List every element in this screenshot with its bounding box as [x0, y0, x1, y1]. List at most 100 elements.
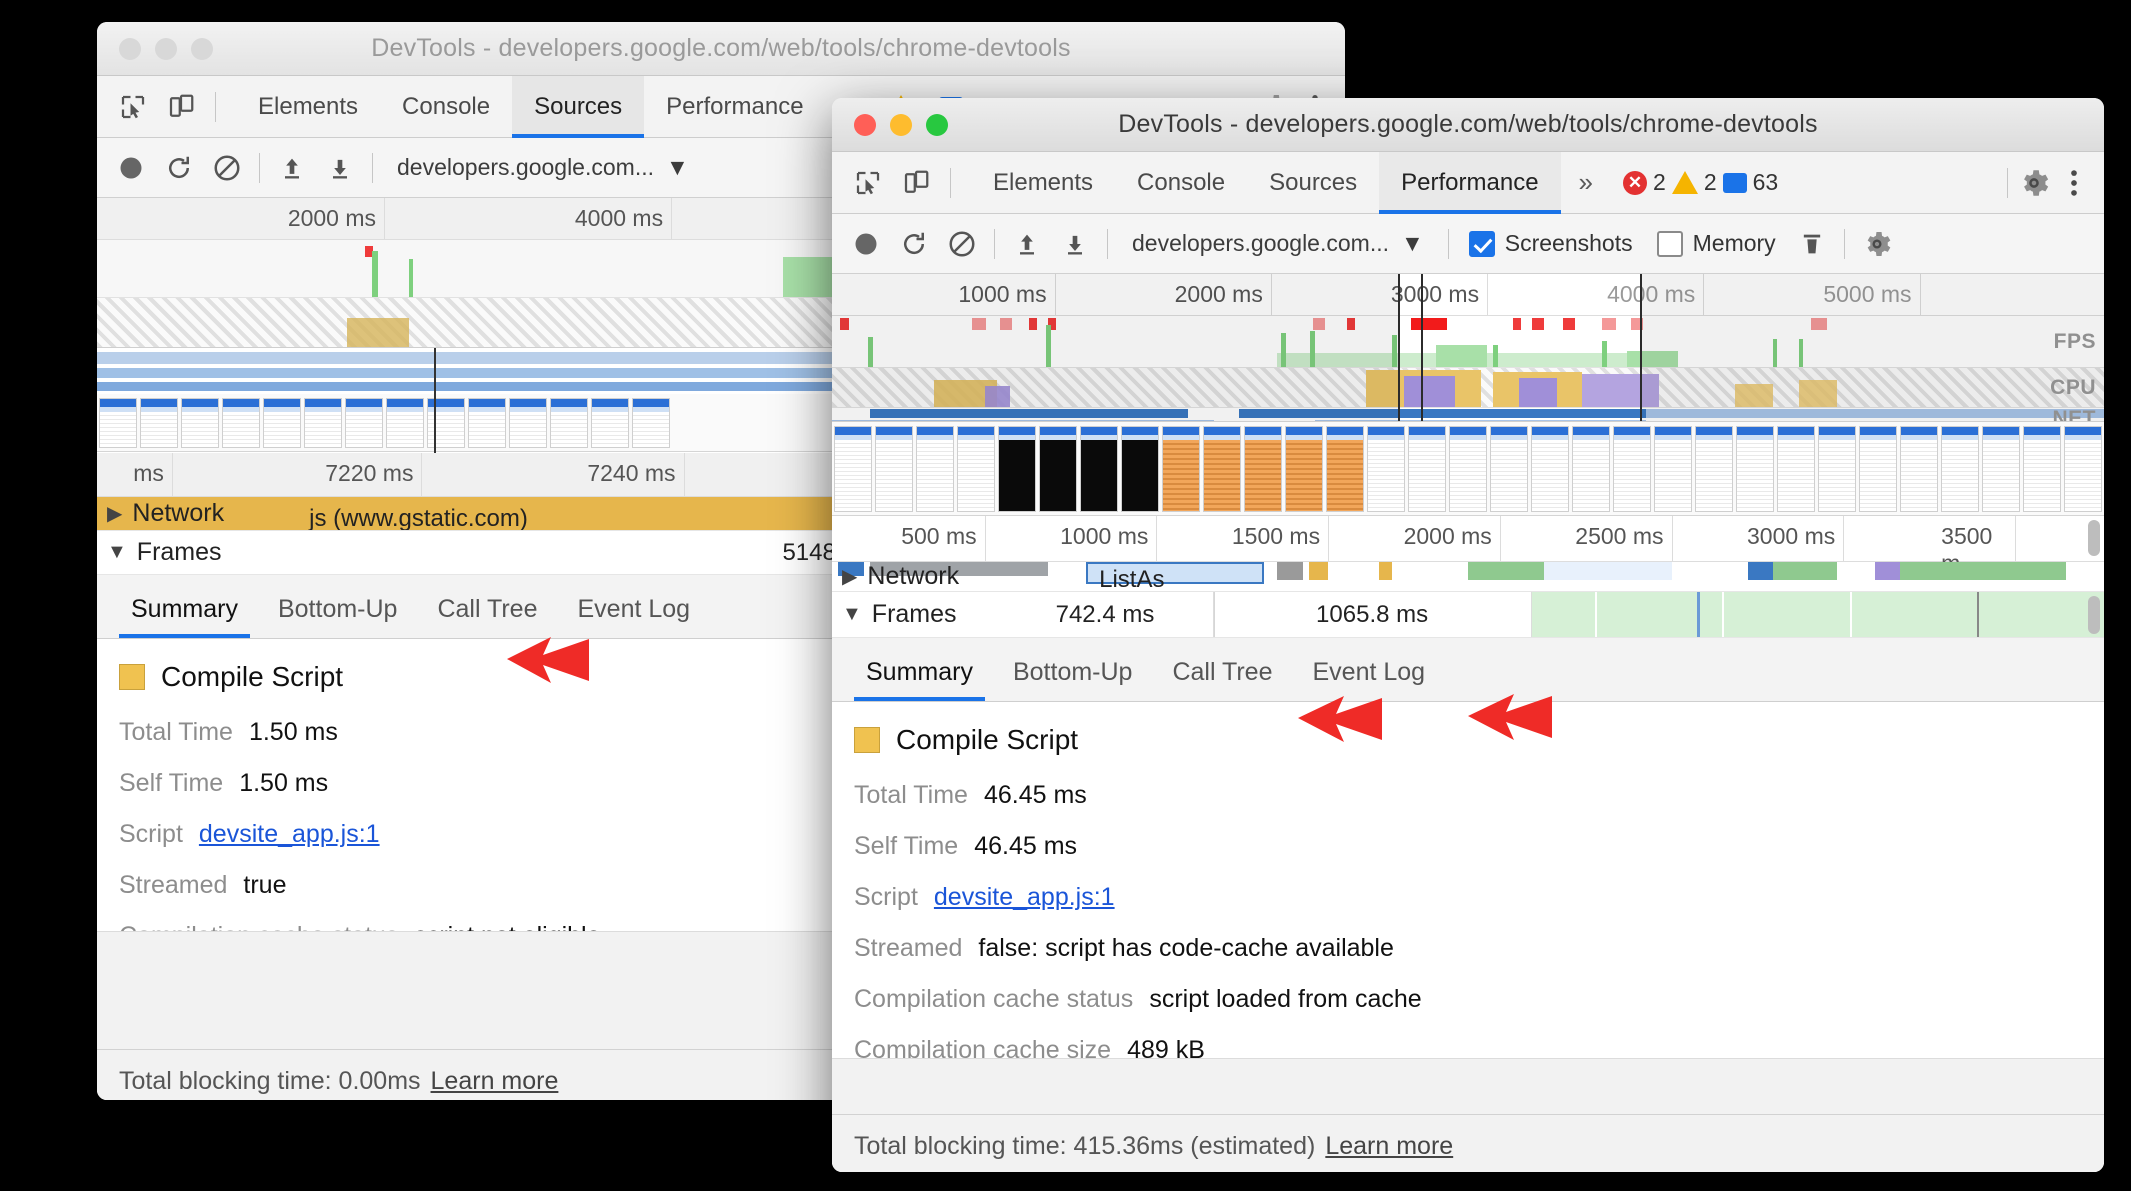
film-frame[interactable] — [1285, 426, 1323, 512]
trash-icon[interactable] — [1790, 222, 1834, 266]
film-frame[interactable] — [1654, 426, 1692, 512]
tab-summary[interactable]: Summary — [846, 658, 993, 701]
screenshots-checkbox[interactable]: Screenshots — [1459, 230, 1643, 257]
background-url-selector[interactable]: developers.google.com... ▼ — [383, 154, 703, 181]
foreground-traffic-lights[interactable] — [854, 113, 948, 136]
close-button[interactable] — [854, 113, 876, 136]
background-traffic-lights[interactable] — [119, 37, 213, 60]
upload-icon[interactable] — [1005, 222, 1049, 266]
film-frame[interactable] — [1613, 426, 1651, 512]
foreground-frames-row-name[interactable]: ▼ Frames — [832, 600, 957, 629]
device-toolbar-icon[interactable] — [161, 87, 201, 127]
detail-scrollbar[interactable] — [2088, 520, 2100, 556]
chevron-down-icon[interactable]: ▼ — [1401, 230, 1424, 257]
more-tabs-chevron-icon[interactable]: » — [1561, 167, 1611, 198]
film-frame[interactable] — [1818, 426, 1856, 512]
tab-sources[interactable]: Sources — [1247, 152, 1379, 213]
foreground-network-row-name[interactable]: ▶ Network — [832, 562, 959, 591]
tab-elements[interactable]: Elements — [971, 152, 1115, 213]
clear-icon[interactable] — [940, 222, 984, 266]
film-frame[interactable] — [1039, 426, 1077, 512]
flame-scrollbar[interactable] — [2088, 596, 2100, 634]
device-toolbar-icon[interactable] — [896, 163, 936, 203]
film-frame[interactable] — [1982, 426, 2020, 512]
inspect-element-icon[interactable] — [113, 87, 153, 127]
learn-more-link[interactable]: Learn more — [431, 1067, 559, 1096]
tab-performance[interactable]: Performance — [1379, 152, 1561, 214]
script-link[interactable]: devsite_app.js:1 — [934, 883, 1115, 912]
film-frame[interactable] — [1408, 426, 1446, 512]
film-frame[interactable] — [1162, 426, 1200, 512]
film-frame[interactable] — [1777, 426, 1815, 512]
learn-more-link[interactable]: Learn more — [1325, 1132, 1453, 1161]
capture-settings-gear-icon[interactable] — [1855, 222, 1899, 266]
foreground-tabstrip[interactable]: Elements Console Sources Performance » ✕… — [832, 152, 2104, 214]
film-frame[interactable] — [2064, 426, 2102, 512]
tab-summary[interactable]: Summary — [111, 595, 258, 638]
expand-triangle-icon[interactable]: ▶ — [107, 501, 122, 526]
reload-icon[interactable] — [892, 222, 936, 266]
film-frame[interactable] — [1244, 426, 1282, 512]
film-frame[interactable] — [1367, 426, 1405, 512]
more-options-icon[interactable] — [2054, 163, 2094, 203]
frame-duration[interactable]: 1065.8 ms — [1214, 592, 1532, 637]
tab-console[interactable]: Console — [1115, 152, 1247, 213]
record-icon[interactable] — [109, 146, 153, 190]
selection-handle-right[interactable] — [1639, 274, 1642, 421]
selection-divider[interactable] — [1420, 274, 1423, 421]
foreground-titlebar[interactable]: DevTools - developers.google.com/web/too… — [832, 98, 2104, 152]
film-frame[interactable] — [1121, 426, 1159, 512]
film-frame[interactable] — [1203, 426, 1241, 512]
collapse-triangle-icon[interactable]: ▼ — [107, 541, 127, 564]
reload-icon[interactable] — [157, 146, 201, 190]
foreground-tool-icons[interactable] — [832, 163, 971, 203]
settings-gear-icon[interactable] — [2014, 163, 2054, 203]
film-frame[interactable] — [1490, 426, 1528, 512]
film-frame[interactable] — [1326, 426, 1364, 512]
tab-bottom-up[interactable]: Bottom-Up — [993, 658, 1152, 701]
background-network-row-name[interactable]: ▶ Network — [97, 499, 224, 528]
foreground-performance-toolbar[interactable]: developers.google.com... ▼ Screenshots M… — [832, 214, 2104, 274]
background-tool-icons[interactable] — [97, 87, 236, 127]
record-icon[interactable] — [844, 222, 888, 266]
foreground-url-selector[interactable]: developers.google.com... ▼ — [1118, 230, 1438, 257]
memory-checkbox[interactable]: Memory — [1647, 230, 1786, 257]
tab-call-tree[interactable]: Call Tree — [417, 595, 557, 638]
maximize-button[interactable] — [191, 37, 213, 60]
frame-duration[interactable]: 742.4 ms — [997, 592, 1214, 637]
film-frame[interactable] — [834, 426, 872, 512]
film-frame[interactable] — [2023, 426, 2061, 512]
film-frame[interactable] — [1695, 426, 1733, 512]
tab-sources[interactable]: Sources — [512, 76, 645, 138]
film-frame[interactable] — [875, 426, 913, 512]
foreground-tab-list[interactable]: Elements Console Sources Performance — [971, 152, 1561, 214]
film-frame[interactable] — [957, 426, 995, 512]
upload-icon[interactable] — [270, 146, 314, 190]
minimize-button[interactable] — [155, 37, 177, 60]
clear-icon[interactable] — [205, 146, 249, 190]
collapse-triangle-icon[interactable]: ▼ — [842, 603, 862, 626]
inspect-element-icon[interactable] — [848, 163, 888, 203]
film-frame[interactable] — [1941, 426, 1979, 512]
foreground-network-row[interactable]: ▶ Network ListAs — [832, 562, 2104, 592]
foreground-timeline-overview[interactable]: 1000 ms 2000 ms 3000 ms 4000 ms 5000 ms — [832, 274, 2104, 422]
foreground-frames-row[interactable]: ▼ Frames 742.4 ms 1065.8 ms — [832, 592, 2104, 638]
background-frames-row-name[interactable]: ▼ Frames — [97, 538, 222, 567]
film-frame[interactable] — [1449, 426, 1487, 512]
tab-console[interactable]: Console — [380, 76, 512, 137]
expand-triangle-icon[interactable]: ▶ — [842, 564, 857, 589]
minimize-button[interactable] — [890, 113, 912, 136]
background-tab-list[interactable]: Elements Console Sources Performance — [236, 76, 826, 138]
film-frame[interactable] — [1900, 426, 1938, 512]
chevron-down-icon[interactable]: ▼ — [666, 154, 689, 181]
film-frame[interactable] — [1080, 426, 1118, 512]
tab-performance[interactable]: Performance — [644, 76, 825, 137]
foreground-right-tools[interactable] — [2001, 163, 2104, 203]
tab-elements[interactable]: Elements — [236, 76, 380, 137]
film-frame[interactable] — [1572, 426, 1610, 512]
film-frame[interactable] — [916, 426, 954, 512]
tab-call-tree[interactable]: Call Tree — [1152, 658, 1292, 701]
checkbox-box[interactable] — [1656, 230, 1683, 257]
background-titlebar[interactable]: DevTools - developers.google.com/web/too… — [97, 22, 1345, 76]
download-icon[interactable] — [318, 146, 362, 190]
